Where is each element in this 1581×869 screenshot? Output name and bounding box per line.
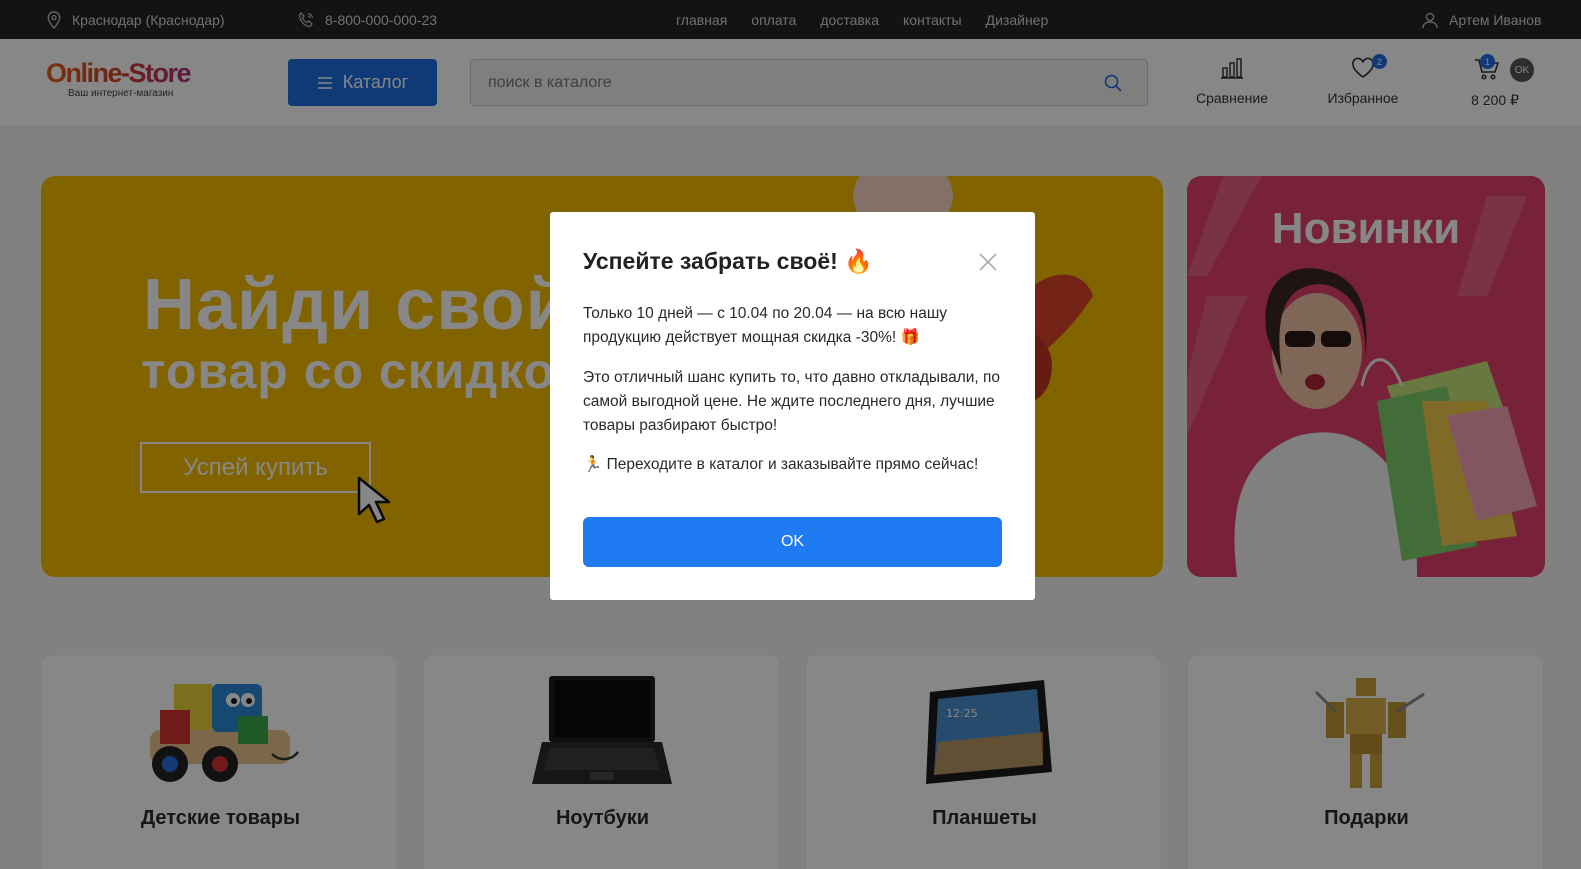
modal-text-offer: Это отличный шанс купить то, что давно о… — [583, 369, 1001, 434]
close-icon[interactable] — [976, 250, 1000, 274]
promo-modal: Успейте забрать своё! 🔥 Только 10 дней —… — [550, 212, 1035, 600]
modal-text-discount: Только 10 дней — с 10.04 по 20.04 — на в… — [583, 305, 948, 346]
modal-title: Успейте забрать своё! 🔥 — [583, 248, 873, 274]
modal-text-cta: 🏃 Переходите в каталог и заказывайте пря… — [583, 456, 979, 473]
ok-button[interactable]: OK — [583, 517, 1002, 567]
